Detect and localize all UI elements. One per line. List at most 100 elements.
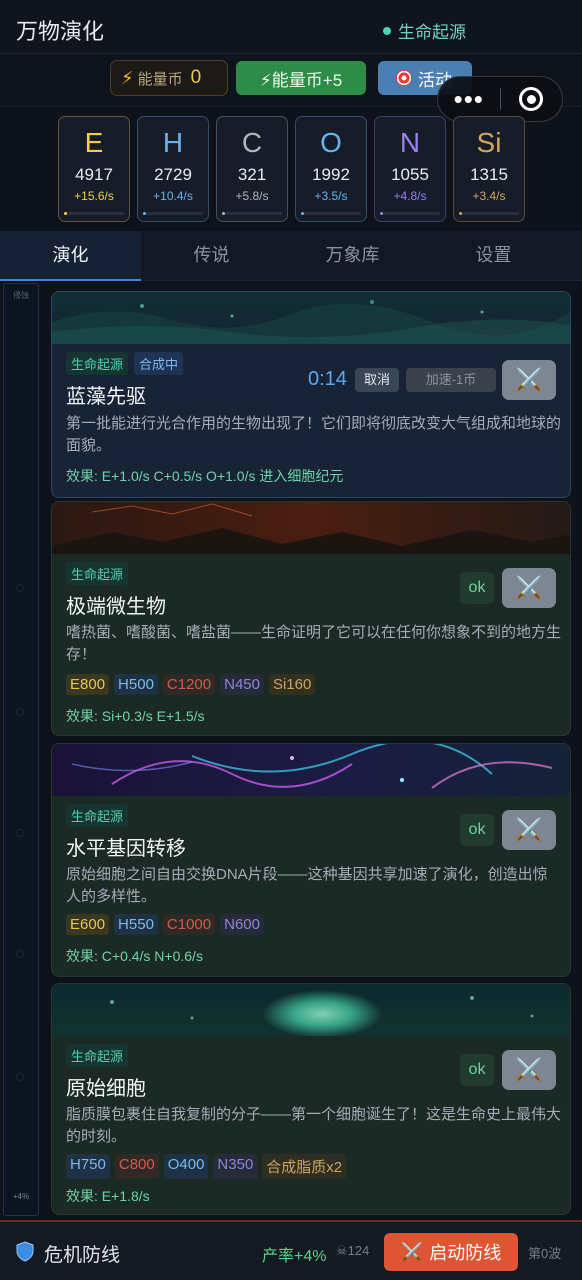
tab-library[interactable]: 万象库 — [282, 231, 423, 280]
enemy-count: ☠124 — [336, 1243, 369, 1259]
cost-item: C800 — [114, 1154, 159, 1179]
tag-group: 生命起源 — [66, 804, 129, 827]
countdown-timer: 0:14 — [308, 368, 347, 390]
evolution-card: 生命起源 原始细胞 ok ⚔️ 脂质膜包裹住自我复制的分子——第一个细胞诞生了！… — [51, 983, 571, 1215]
tag-group: 生命起源 — [66, 562, 129, 585]
battle-button[interactable]: ⚔️ — [502, 810, 556, 850]
cancel-button[interactable]: 取消 — [355, 368, 399, 392]
tab-settings[interactable]: 设置 — [423, 231, 564, 280]
more-menu-icon[interactable]: ••• — [438, 86, 500, 112]
element-progress — [222, 212, 282, 215]
rail-top-label: 侵蚀 — [13, 291, 29, 300]
tab-legend[interactable]: 传说 — [141, 231, 282, 280]
element-card[interactable]: H 2729 +10.4/s — [137, 116, 209, 222]
element-symbol: H — [162, 127, 184, 158]
cost-list: H750 C800 O400 N350 合成脂质x2 — [66, 1154, 347, 1179]
element-progress-fill — [459, 212, 462, 215]
rail-marker — [16, 1073, 24, 1081]
skull-icon: ☠ — [336, 1243, 348, 1258]
element-rate: +15.6/s — [74, 189, 114, 203]
element-symbol: O — [320, 127, 342, 158]
era-tag: 生命起源 — [66, 1044, 129, 1067]
element-resources: E 4917 +15.6/s H 2729 +10.4/s C 321 +5.8… — [58, 116, 525, 222]
element-progress — [380, 212, 440, 215]
card-effect: 效果: C+0.4/s N+0.6/s — [66, 948, 203, 964]
cost-item: C1000 — [162, 914, 216, 935]
tag-group: 生命起源 — [66, 1044, 129, 1067]
cost-item: H550 — [114, 914, 158, 935]
element-progress — [64, 212, 124, 215]
launch-defense-button[interactable]: ⚔️ 启动防线 — [384, 1233, 518, 1271]
battle-button[interactable]: ⚔️ — [502, 1050, 556, 1090]
cost-item: E600 — [66, 914, 110, 935]
element-amount: 2729 — [154, 165, 192, 184]
cost-item: Si160 — [268, 674, 316, 695]
cost-item: 合成脂质x2 — [262, 1154, 347, 1179]
ok-badge: ok — [460, 1054, 494, 1086]
coin-label: 能量币 — [137, 70, 183, 88]
swords-icon: ⚔️ — [515, 575, 543, 600]
element-card[interactable]: C 321 +5.8/s — [216, 116, 288, 222]
era-tag: 生命起源 — [66, 562, 129, 585]
element-card[interactable]: O 1992 +3.5/s — [295, 116, 367, 222]
element-progress-fill — [64, 212, 67, 215]
wave-counter: 第0波 — [528, 1246, 562, 1261]
element-rate: +5.8/s — [235, 189, 269, 203]
top-bar: 万物演化 生命起源 — [0, 0, 582, 54]
era-dot-icon — [383, 26, 391, 35]
battle-button[interactable]: ⚔️ — [502, 360, 556, 400]
element-symbol: N — [399, 127, 421, 158]
element-progress — [301, 212, 361, 215]
energy-plus-button[interactable]: ⚡能量币+5 — [236, 61, 366, 95]
element-card[interactable]: N 1055 +4.8/s — [374, 116, 446, 222]
cost-item: N600 — [220, 914, 264, 935]
close-capsule-button[interactable] — [500, 87, 562, 111]
swords-icon: ⚔️ — [515, 817, 543, 842]
shield-icon — [16, 1241, 34, 1262]
banner-image — [52, 502, 570, 554]
element-symbol: E — [84, 127, 104, 158]
evolution-card: 生命起源 合成中 蓝藻先驱 0:14 取消 加速-1币 ⚔️ 第一批能进行光合作… — [51, 291, 571, 498]
element-rate: +4.8/s — [393, 189, 427, 203]
lightning-icon: ⚡ — [121, 67, 134, 88]
evolution-card: 生命起源 水平基因转移 ok ⚔️ 原始细胞之间自由交换DNA片段——这种基因共… — [51, 743, 571, 977]
rail-marker — [16, 708, 24, 716]
evolution-card: 生命起源 极端微生物 ok ⚔️ 嗜热菌、嗜酸菌、嗜盐菌——生命证明了它可以在任… — [51, 501, 571, 736]
speedup-button[interactable]: 加速-1币 — [406, 368, 496, 392]
cost-item: E800 — [66, 674, 110, 695]
card-effect: 效果: Si+0.3/s E+1.5/s — [66, 708, 205, 724]
element-rate: +3.5/s — [314, 189, 348, 203]
card-title: 水平基因转移 — [66, 838, 186, 860]
card-title: 极端微生物 — [66, 596, 166, 618]
cost-list: E800 H500 C1200 N450 Si160 — [66, 674, 316, 695]
banner-image — [52, 744, 570, 796]
card-description: 嗜热菌、嗜酸菌、嗜盐菌——生命证明了它可以在任何你想象不到的地方生存！ — [66, 624, 562, 663]
era-tag: 生命起源 — [66, 804, 129, 827]
launch-label: 启动防线 — [429, 1243, 502, 1263]
swords-icon: ⚔️ — [515, 1057, 543, 1082]
banner-image — [52, 984, 570, 1036]
tab-evolution[interactable]: 演化 — [0, 231, 141, 281]
element-progress-fill — [380, 212, 383, 215]
element-progress — [459, 212, 519, 215]
element-amount: 1992 — [312, 165, 350, 184]
element-progress-fill — [301, 212, 304, 215]
element-rate: +10.4/s — [153, 189, 193, 203]
swords-icon: ⚔️ — [400, 1241, 424, 1262]
cost-item: C1200 — [162, 674, 216, 695]
status-tag: 合成中 — [134, 352, 184, 375]
element-amount: 1315 — [470, 165, 508, 184]
tag-group: 生命起源 合成中 — [66, 352, 184, 375]
element-progress-fill — [222, 212, 225, 215]
swords-icon: ⚔️ — [515, 367, 543, 392]
battle-button[interactable]: ⚔️ — [502, 568, 556, 608]
crisis-defense-label: 危机防线 — [44, 1245, 121, 1266]
banner-image — [52, 292, 570, 344]
card-effect: 效果: E+1.0/s C+0.5/s O+1.0/s 进入细胞纪元 — [66, 468, 344, 484]
element-card[interactable]: Si 1315 +3.4/s — [453, 116, 525, 222]
element-card[interactable]: E 4917 +15.6/s — [58, 116, 130, 222]
main-tabs: 演化 传说 万象库 设置 — [0, 231, 582, 281]
element-amount: 1055 — [391, 165, 429, 184]
cost-item: O400 — [163, 1154, 209, 1179]
erosion-rail: 侵蚀 +4% — [3, 283, 39, 1216]
